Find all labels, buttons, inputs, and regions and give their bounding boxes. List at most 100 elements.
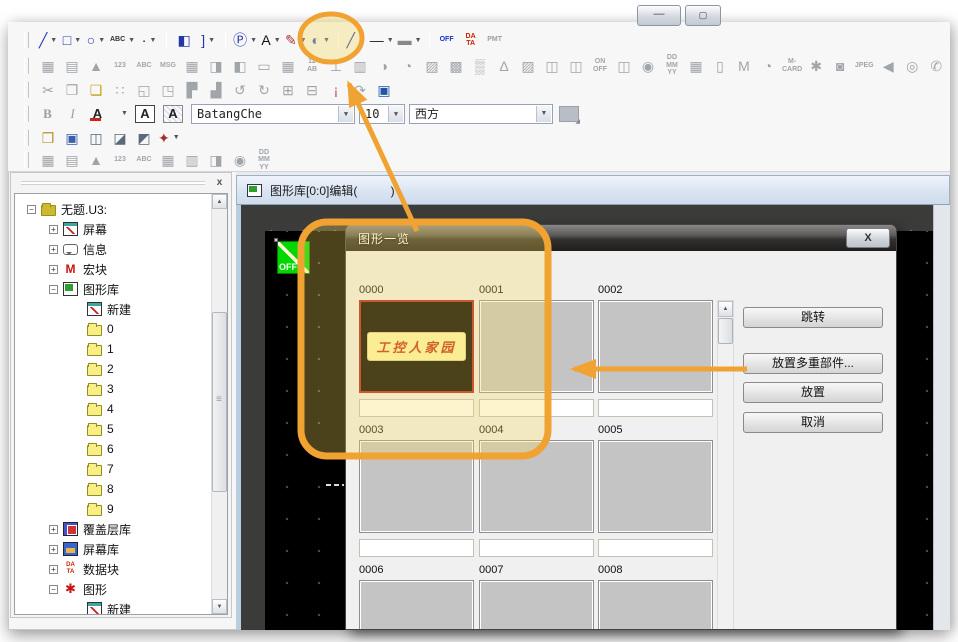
chevron-down-icon[interactable]: ▼ <box>50 37 57 44</box>
expand-icon[interactable]: + <box>49 565 58 574</box>
graphic-thumbnail-0002[interactable] <box>598 300 713 393</box>
date-part[interactable]: DD MM YY <box>660 55 684 77</box>
rotate-right-tool[interactable]: ↻ <box>252 79 276 101</box>
pin-tool[interactable]: ¡ <box>324 79 348 101</box>
keypad-part[interactable]: ▦ <box>276 55 300 77</box>
tree-item-新建[interactable]: 新建 <box>15 299 131 319</box>
word-part-1[interactable]: ◨ <box>204 55 228 77</box>
tree-item-宏块[interactable]: +M宏块 <box>15 259 107 279</box>
editor-window-titlebar[interactable]: 图形库[0:0]编辑( ) <box>236 175 950 205</box>
graphic-thumbnail-0005[interactable] <box>598 440 713 533</box>
font-color-dropdown[interactable]: ▼ <box>111 103 135 125</box>
dialog-titlebar[interactable]: 图形一览 <box>346 225 896 251</box>
data-table-part[interactable]: ▦ <box>180 55 204 77</box>
handy-part[interactable]: ▯ <box>708 55 732 77</box>
chevron-down-icon[interactable]: ▼ <box>323 37 330 44</box>
line-style-tool[interactable]: ╱▼ <box>344 29 368 51</box>
cut-tool[interactable]: ✂ <box>36 79 60 101</box>
fill-tool[interactable]: ◧ <box>172 29 196 51</box>
connector-part-3[interactable]: ◫ <box>612 55 636 77</box>
graphic-thumbnail-0008[interactable] <box>598 580 713 629</box>
tree-item-覆盖层库[interactable]: +覆盖层库 <box>15 519 131 539</box>
chevron-down-icon[interactable]: ▼ <box>250 37 257 44</box>
ruler-tool[interactable]: ]▼ <box>196 29 220 51</box>
chevron-down-icon[interactable]: ▼ <box>149 37 156 44</box>
date-part[interactable]: DD MM YY <box>252 149 276 171</box>
frame-text-button[interactable]: A <box>135 105 155 123</box>
graphic-thumbnail-0006[interactable] <box>359 580 474 629</box>
parts-tool[interactable]: Ⓟ▼ <box>231 29 259 51</box>
font-tool[interactable]: A▼ <box>259 29 283 51</box>
connector-part-2[interactable]: ◫ <box>564 55 588 77</box>
numeric-display-part[interactable]: 123 <box>108 149 132 171</box>
tree-scrollbar[interactable]: ▲ ▼ <box>211 194 227 614</box>
word-part[interactable]: ◨ <box>204 149 228 171</box>
tree-item-0[interactable]: 0 <box>15 319 114 339</box>
pmt-tool[interactable]: PMT <box>483 29 507 51</box>
tree-item-9[interactable]: 9 <box>15 499 114 519</box>
scrollbar-thumb[interactable] <box>718 318 733 344</box>
place-multiple-button[interactable]: 放置多重部件... <box>743 353 883 374</box>
expand-icon[interactable]: + <box>49 265 58 274</box>
stamp-button[interactable]: ✦▼ <box>156 127 182 149</box>
chevron-down-icon[interactable]: ▼ <box>74 37 81 44</box>
chevron-down-icon[interactable]: ▼ <box>415 37 422 44</box>
tree-item-4[interactable]: 4 <box>15 399 114 419</box>
sampling-part[interactable]: Δ <box>492 55 516 77</box>
scroll-up-icon[interactable]: ▲ <box>718 301 733 317</box>
graphic-name-field-0003[interactable] <box>359 539 474 557</box>
toolbar-grip[interactable] <box>24 82 29 98</box>
chevron-down-icon[interactable]: ▼ <box>128 37 135 44</box>
buzzer-part[interactable]: ◉ <box>636 55 660 77</box>
chevron-down-icon[interactable]: ▼ <box>173 134 180 141</box>
shape-tool[interactable]: ◳ <box>156 79 180 101</box>
chevron-down-icon[interactable]: ▼ <box>358 37 365 44</box>
collapse-icon[interactable]: − <box>27 205 36 214</box>
bar-graph-part[interactable]: ▥ <box>180 149 204 171</box>
group-tool[interactable]: ∷ <box>108 79 132 101</box>
open-button[interactable]: ❒ <box>36 127 60 149</box>
scrollbar-thumb[interactable] <box>212 312 227 492</box>
phone-part[interactable]: ✆ <box>924 55 948 77</box>
palette-tool[interactable]: ◐▼ <box>309 29 333 51</box>
hatch-text-button[interactable]: A <box>163 105 183 123</box>
connector-part-1[interactable]: ◫ <box>540 55 564 77</box>
message-display-part[interactable]: MSG <box>156 55 180 77</box>
expand-icon[interactable]: + <box>49 545 58 554</box>
chevron-down-icon[interactable]: ▼ <box>98 37 105 44</box>
redo-tool[interactable]: ↷ <box>348 79 372 101</box>
pie-graph-part[interactable]: ◑ <box>372 55 396 77</box>
charset-select[interactable]: 西方 ▼ <box>409 104 553 124</box>
send-back-tool[interactable]: ▟ <box>204 79 228 101</box>
overlap-tool[interactable]: ◱ <box>132 79 156 101</box>
screen-manage-button[interactable]: ◩ <box>132 127 156 149</box>
text-tool[interactable]: ABC▼ <box>108 29 137 51</box>
font-size-select[interactable]: 10 ▼ <box>359 104 405 124</box>
numeric-display-part[interactable]: 123 <box>108 55 132 77</box>
tree-item-新建[interactable]: 新建 <box>15 599 131 615</box>
rotate-left-tool[interactable]: ↺ <box>228 79 252 101</box>
tree-item-图形库[interactable]: −图形库 <box>15 279 119 299</box>
panel-grip[interactable] <box>21 181 205 185</box>
bring-front-tool[interactable]: ▛ <box>180 79 204 101</box>
id-part[interactable]: 12 AB <box>300 55 324 77</box>
tree-item-屏幕库[interactable]: +屏幕库 <box>15 539 119 559</box>
graphic-name-field-0004[interactable] <box>479 539 594 557</box>
ellipse-tool[interactable]: ○▼ <box>84 29 108 51</box>
webcam-part[interactable]: ◎ <box>900 55 924 77</box>
jump-button[interactable]: 跳转 <box>743 307 883 328</box>
expand-icon[interactable]: + <box>49 245 58 254</box>
grid-scrollbar[interactable]: ▲ <box>717 300 734 629</box>
toolbar-grip[interactable] <box>24 106 29 122</box>
font-name-select[interactable]: BatangChe ▼ <box>191 104 355 124</box>
hatch-part-1[interactable]: ▨ <box>420 55 444 77</box>
tree-item-屏幕[interactable]: +屏幕 <box>15 219 107 239</box>
screen-edit-button[interactable]: ◪ <box>108 127 132 149</box>
graphic-name-field-0001[interactable] <box>479 399 594 417</box>
expand-icon[interactable]: + <box>49 525 58 534</box>
panel-close-button[interactable]: x <box>212 176 227 190</box>
screen-copy-button[interactable]: ◫ <box>84 127 108 149</box>
line-width-tool[interactable]: —▼ <box>368 29 396 51</box>
data-view-tool[interactable]: DA TA <box>459 29 483 51</box>
tree-item-信息[interactable]: +信息 <box>15 239 107 259</box>
